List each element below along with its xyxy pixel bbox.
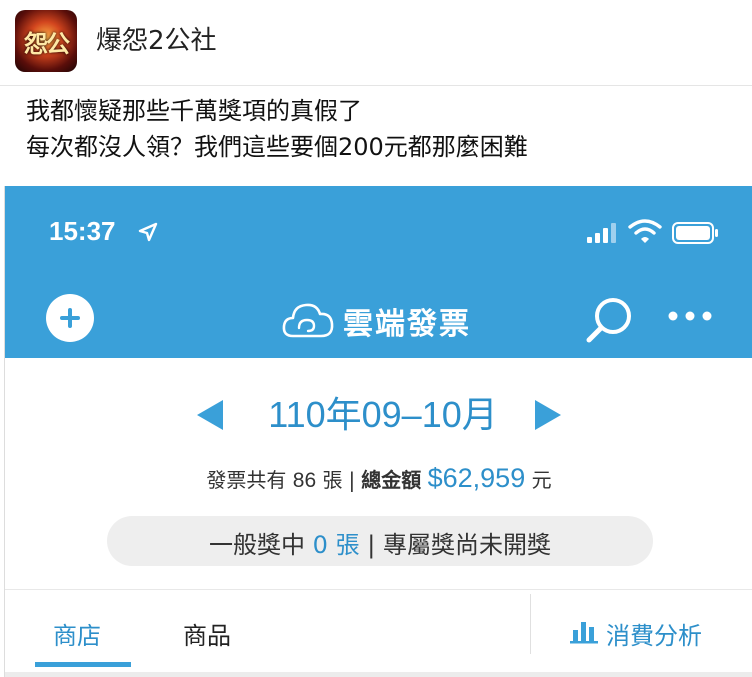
exclusive-prize-status: 專屬獎尚未開獎	[382, 531, 551, 559]
prize-status[interactable]: 一般獎中 0 張 | 專屬獎尚未開獎	[107, 516, 653, 566]
cloud-icon	[282, 303, 334, 338]
total-amount: $62,959	[427, 463, 526, 493]
app-title: 雲端發票	[343, 307, 471, 342]
post-text: 我都懷疑那些千萬獎項的真假了 每次都沒人領？我們這些要個200元都那麼困難	[26, 93, 528, 165]
header-divider	[0, 85, 752, 86]
status-time: 15:37	[49, 216, 116, 246]
invoice-summary: 發票共有 86 張 | 總金額 $62,959 元	[5, 463, 752, 494]
invoice-count-unit: 張	[322, 468, 343, 492]
plus-icon	[60, 308, 80, 328]
add-button[interactable]	[46, 294, 94, 342]
post-line-1: 我都懷疑那些千萬獎項的真假了	[26, 97, 362, 125]
app-screenshot: 15:37 雲端發票 110年09–10月 發票共有 86 張 | 總金額 $6…	[4, 186, 752, 677]
bar-chart-icon	[570, 622, 598, 644]
avatar-logo-text: 怨公	[24, 29, 70, 58]
search-icon[interactable]	[583, 294, 635, 346]
more-icon[interactable]	[665, 306, 715, 326]
invoice-count: 86	[292, 469, 317, 492]
summary-separator: |	[348, 468, 356, 492]
total-amount-label: 總金額	[361, 468, 422, 492]
wifi-icon	[628, 219, 662, 243]
period-label: 110年09–10月	[268, 394, 498, 435]
prev-period-arrow-icon[interactable]	[195, 398, 225, 432]
currency-label: 元	[531, 468, 552, 492]
post-line-2: 每次都沒人領？我們這些要個200元都那麼困難	[26, 133, 528, 161]
tab-shop[interactable]: 商店	[53, 616, 101, 651]
group-name[interactable]: 爆怨2公社	[96, 20, 217, 57]
tab-vertical-divider	[530, 594, 531, 654]
tabs-divider	[5, 589, 752, 590]
prize-prefix: 一般獎中	[209, 531, 306, 559]
signal-icon	[587, 223, 616, 243]
invoice-count-prefix: 發票共有	[206, 468, 287, 492]
post-header: 怨公 爆怨2公社	[0, 0, 752, 85]
next-period-arrow-icon[interactable]	[533, 398, 563, 432]
tab-goods[interactable]: 商品	[183, 616, 231, 651]
active-tab-indicator	[35, 662, 131, 667]
battery-icon	[672, 222, 718, 244]
prize-separator: |	[367, 531, 376, 559]
prize-unit: 張	[335, 531, 360, 559]
group-avatar[interactable]: 怨公	[15, 10, 77, 72]
location-arrow-icon	[138, 222, 158, 242]
spending-analysis-label: 消費分析	[606, 622, 702, 650]
prize-count: 0	[312, 531, 328, 559]
bottom-divider	[5, 672, 752, 677]
